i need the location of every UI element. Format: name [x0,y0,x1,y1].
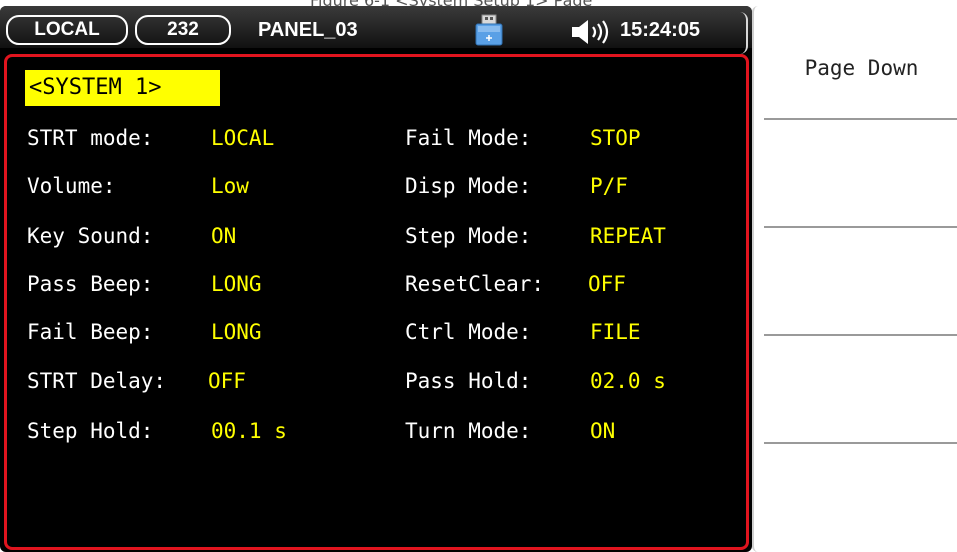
param-value-disp-mode[interactable]: P/F [590,171,628,201]
softkey-3[interactable] [764,228,957,336]
param-value-volume[interactable]: Low [211,171,249,201]
param-label-disp-mode: Disp Mode: [405,174,532,198]
param-label-reset-clear: ResetClear: [405,272,545,296]
param-value-step-hold[interactable]: 00.1 s [211,416,287,446]
param-label-volume: Volume: [27,174,116,198]
param-label-turn-mode: Turn Mode: [405,419,532,443]
param-label-pass-hold: Pass Hold: [405,369,532,393]
param-value-key-sound[interactable]: ON [211,221,236,251]
param-value-strt-mode[interactable]: LOCAL [211,123,274,153]
param-value-turn-mode[interactable]: ON [590,416,615,446]
softkey-panel: Page Down [752,6,957,552]
param-label-step-mode: Step Mode: [405,224,532,248]
usb-drive-icon [475,14,503,46]
param-label-key-sound: Key Sound: [27,224,154,248]
softkey-4[interactable] [764,336,957,444]
param-label-fail-beep: Fail Beep: [27,320,154,344]
param-value-strt-delay[interactable]: OFF [208,366,246,396]
param-value-ctrl-mode[interactable]: FILE [590,317,641,347]
param-value-pass-beep[interactable]: LONG [211,269,262,299]
mode-indicator: LOCAL [6,15,128,45]
interface-indicator: 232 [135,15,231,45]
param-label-pass-beep: Pass Beep: [27,272,154,296]
section-title: <SYSTEM 1> [25,70,220,106]
param-label-ctrl-mode: Ctrl Mode: [405,320,532,344]
panel-name: PANEL_03 [258,19,358,41]
param-value-reset-clear[interactable]: OFF [588,269,626,299]
clock: 15:24:05 [620,19,701,41]
param-label-strt-delay: STRT Delay: [27,369,167,393]
param-label-fail-mode: Fail Mode: [405,126,532,150]
status-bar-frame [734,12,748,54]
softkey-2[interactable] [764,120,957,228]
param-value-step-mode[interactable]: REPEAT [590,221,666,251]
param-value-fail-mode[interactable]: STOP [590,123,641,153]
param-value-fail-beep[interactable]: LONG [211,317,262,347]
softkey-page-down[interactable]: Page Down [764,6,957,120]
softkey-5[interactable] [764,444,957,552]
param-label-step-hold: Step Hold: [27,419,154,443]
softkey-page-down-label: Page Down [804,56,919,80]
param-value-pass-hold[interactable]: 02.0 s [590,366,666,396]
param-label-strt-mode: STRT mode: [27,126,154,150]
status-bar: LOCAL 232 PANEL_03 15:24:05 [0,6,752,54]
speaker-volume-icon [572,20,609,44]
